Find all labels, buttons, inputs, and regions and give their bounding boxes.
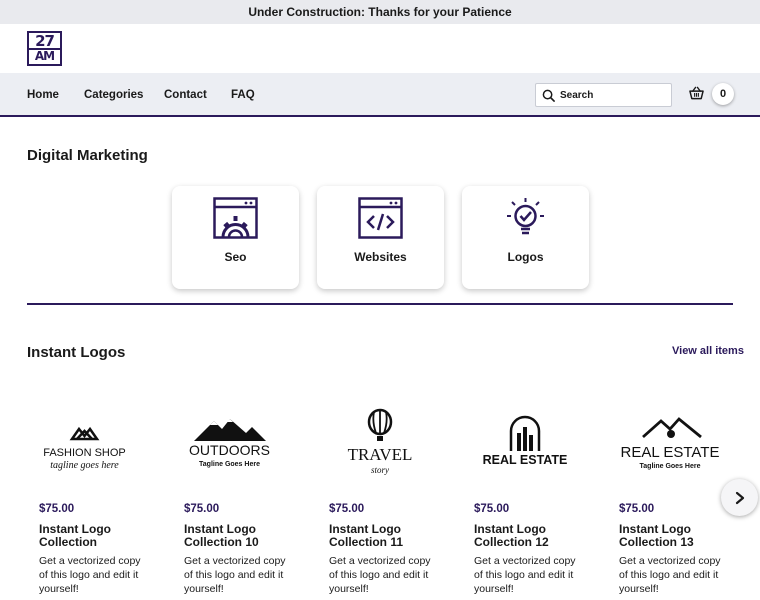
logo-tagline: Tagline Goes Here [640, 463, 701, 470]
real-estate-logo-image: REAL ESTATE Tagline Goes Here [621, 417, 720, 470]
nav-home[interactable]: Home [27, 89, 59, 101]
service-card-logos[interactable]: Logos [462, 186, 589, 289]
product-description: Get a vectorized copy of this logo and e… [619, 555, 721, 595]
search-icon [542, 89, 555, 102]
product-description: Get a vectorized copy of this logo and e… [39, 555, 141, 595]
view-all-link[interactable]: View all items [672, 345, 744, 357]
product-description: Get a vectorized copy of this logo and e… [329, 555, 431, 595]
logo-wordmark: REAL ESTATE [621, 444, 720, 461]
product-price: $75.00 [184, 503, 220, 515]
service-card-seo[interactable]: Seo [172, 186, 299, 289]
logo-tagline: Tagline Goes Here [199, 461, 260, 468]
logo-wordmark: REAL ESTATE [483, 453, 568, 467]
outdoors-logo-image: OUTDOORS Tagline Goes Here [189, 419, 270, 468]
digital-marketing-heading: Digital Marketing [27, 147, 148, 164]
announcement-banner: Under Construction: Thanks for your Pati… [0, 0, 760, 24]
product-title[interactable]: Instant Logo Collection 13 [619, 523, 729, 549]
nav-faq[interactable]: FAQ [231, 89, 255, 101]
basket-icon[interactable] [689, 86, 704, 100]
chevron-right-icon [735, 491, 744, 504]
product-title[interactable]: Instant Logo Collection 12 [474, 523, 584, 549]
logo-line-1: 27 [35, 31, 55, 50]
site-logo[interactable]: 27 AM [27, 31, 62, 66]
travel-logo-image: TRAVEL story [348, 408, 413, 475]
product-title[interactable]: Instant Logo Collection [39, 523, 149, 549]
nav-contact[interactable]: Contact [164, 89, 207, 101]
fashion-shop-logo-image: FASHION SHOP tagline goes here [43, 426, 126, 471]
instant-logos-heading: Instant Logos [27, 344, 126, 361]
carousel-next-button[interactable] [721, 479, 758, 516]
logo-wordmark: TRAVEL [348, 445, 413, 464]
logo-line-2: AM [29, 47, 60, 63]
search-input[interactable] [560, 89, 660, 101]
service-card-websites[interactable]: Websites [317, 186, 444, 289]
real-estate-logo-image: REAL ESTATE [483, 415, 568, 467]
product-description: Get a vectorized copy of this logo and e… [184, 555, 286, 595]
product-price: $75.00 [329, 503, 365, 515]
logo-wordmark: OUTDOORS [189, 442, 270, 458]
service-card-label: Seo [224, 250, 247, 264]
code-browser-icon [358, 197, 403, 239]
product-price: $75.00 [39, 503, 75, 515]
product-title[interactable]: Instant Logo Collection 10 [184, 523, 294, 549]
service-card-label: Websites [354, 250, 407, 264]
lightbulb-icon [507, 198, 544, 235]
main-navbar: Home Categories Contact FAQ 0 [0, 73, 760, 117]
gear-browser-icon [213, 197, 258, 239]
product-title[interactable]: Instant Logo Collection 11 [329, 523, 439, 549]
logo-tagline: tagline goes here [50, 460, 119, 471]
cart-count-badge[interactable]: 0 [712, 83, 734, 105]
banner-text: Under Construction: Thanks for your Pati… [248, 5, 512, 19]
product-price: $75.00 [619, 503, 655, 515]
product-description: Get a vectorized copy of this logo and e… [474, 555, 576, 595]
logo-tagline: story [371, 465, 389, 475]
logo-wordmark: FASHION SHOP [43, 447, 126, 459]
section-divider [27, 303, 733, 305]
service-card-label: Logos [507, 250, 544, 264]
product-price: $75.00 [474, 503, 510, 515]
search-box[interactable] [535, 83, 672, 107]
nav-categories[interactable]: Categories [84, 89, 143, 101]
